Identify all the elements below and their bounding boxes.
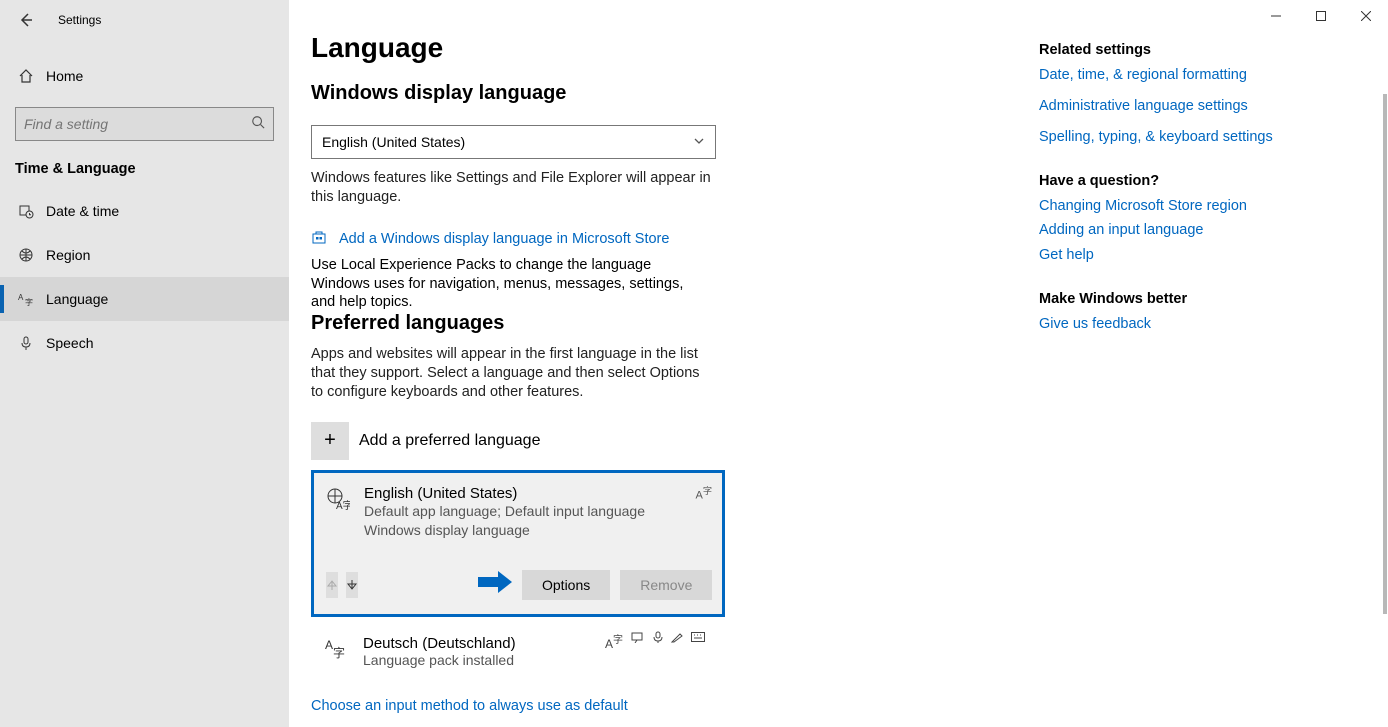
sidebar-item-label: Speech: [46, 335, 93, 351]
sidebar-item-region[interactable]: Region: [0, 233, 289, 277]
language-pack-icon: A字: [696, 483, 713, 502]
globe-language-icon: A字: [326, 487, 356, 540]
spelling-typing-link[interactable]: Spelling, typing, & keyboard settings: [1039, 128, 1299, 147]
plus-icon: +: [311, 422, 349, 460]
window-controls: [1253, 0, 1388, 32]
search-icon: [251, 115, 265, 134]
keyboard-icon: [691, 631, 705, 651]
maximize-button[interactable]: [1298, 0, 1343, 32]
sidebar-item-language[interactable]: A字 Language: [0, 277, 289, 321]
default-input-link[interactable]: Choose an input method to always use as …: [311, 698, 628, 714]
store-icon: [311, 229, 331, 250]
sidebar-item-label: Region: [46, 247, 90, 263]
move-down-button[interactable]: [346, 572, 358, 598]
globe-icon: [16, 247, 36, 263]
dropdown-value: English (United States): [322, 134, 465, 150]
sidebar-home[interactable]: Home: [0, 55, 289, 97]
language-name: Deutsch (Deutschland): [363, 635, 516, 652]
question-heading: Have a question?: [1039, 173, 1299, 189]
scrollbar[interactable]: [1382, 60, 1388, 727]
display-lang-desc: Windows features like Settings and File …: [311, 169, 711, 207]
calendar-clock-icon: [16, 203, 36, 219]
search-input[interactable]: [24, 116, 251, 132]
ms-store-link-text: Add a Windows display language in Micros…: [339, 231, 669, 247]
app-title: Settings: [58, 13, 101, 27]
related-settings-heading: Related settings: [1039, 42, 1299, 58]
sidebar-home-label: Home: [46, 68, 83, 84]
get-help-link[interactable]: Get help: [1039, 246, 1299, 265]
svg-text:字: 字: [333, 645, 345, 659]
right-column: Related settings Date, time, & regional …: [1039, 0, 1309, 727]
search-box[interactable]: [15, 107, 274, 141]
language-icon: A字: [16, 291, 36, 307]
ms-store-link[interactable]: Add a Windows display language in Micros…: [311, 229, 1039, 250]
date-time-format-link[interactable]: Date, time, & regional formatting: [1039, 66, 1299, 85]
chevron-down-icon: [693, 134, 705, 150]
sidebar-item-label: Date & time: [46, 203, 119, 219]
svg-text:字: 字: [25, 297, 33, 307]
store-region-link[interactable]: Changing Microsoft Store region: [1039, 197, 1299, 216]
language-card-english[interactable]: A字 A字 English (United States) Default ap…: [311, 470, 725, 617]
main-content: Language Windows display language Englis…: [289, 0, 1039, 727]
language-glyph-icon: A字: [323, 635, 347, 668]
language-name: English (United States): [364, 485, 645, 502]
add-language-button[interactable]: + Add a preferred language: [311, 422, 1039, 460]
store-desc: Use Local Experience Packs to change the…: [311, 256, 711, 313]
sidebar: Settings Home Time & Language Date & tim…: [0, 0, 289, 727]
tts-icon: [631, 631, 645, 651]
feedback-heading: Make Windows better: [1039, 291, 1299, 307]
give-feedback-link[interactable]: Give us feedback: [1039, 315, 1299, 334]
language-sub1: Default app language; Default input lang…: [364, 502, 645, 521]
back-button[interactable]: [12, 6, 40, 34]
display-lang-heading: Windows display language: [311, 82, 1039, 105]
remove-button: Remove: [620, 570, 712, 600]
close-button[interactable]: [1343, 0, 1388, 32]
titlebar: Settings: [0, 0, 289, 40]
arrow-hint-icon: [478, 571, 512, 598]
sidebar-item-date-time[interactable]: Date & time: [0, 189, 289, 233]
sidebar-section-title: Time & Language: [0, 149, 289, 189]
page-title: Language: [311, 32, 1039, 64]
main-wrap: Language Windows display language Englis…: [289, 0, 1388, 727]
svg-text:A字: A字: [336, 499, 350, 511]
langpack-icon: A字: [605, 631, 623, 651]
search-wrap: [15, 107, 274, 141]
add-input-lang-link[interactable]: Adding an input language: [1039, 221, 1299, 240]
home-icon: [16, 68, 36, 84]
speech-icon: [653, 631, 663, 651]
sidebar-item-speech[interactable]: Speech: [0, 321, 289, 365]
language-sub2: Windows display language: [364, 521, 645, 540]
svg-text:A: A: [325, 638, 333, 652]
language-feature-icons: A字: [605, 631, 705, 651]
preferred-lang-heading: Preferred languages: [311, 312, 1039, 335]
microphone-icon: [16, 335, 36, 351]
minimize-button[interactable]: [1253, 0, 1298, 32]
admin-language-link[interactable]: Administrative language settings: [1039, 97, 1299, 116]
svg-text:A: A: [18, 293, 24, 302]
language-card-german[interactable]: A字 Deutsch (Deutschland) Language pack i…: [311, 629, 711, 674]
handwriting-icon: [671, 631, 683, 651]
language-sub: Language pack installed: [363, 652, 516, 668]
move-up-button: [326, 572, 338, 598]
scrollbar-thumb[interactable]: [1383, 94, 1387, 614]
preferred-lang-desc: Apps and websites will appear in the fir…: [311, 345, 711, 402]
add-language-label: Add a preferred language: [359, 432, 540, 450]
options-button[interactable]: Options: [522, 570, 610, 600]
display-language-dropdown[interactable]: English (United States): [311, 125, 716, 159]
sidebar-item-label: Language: [46, 291, 108, 307]
